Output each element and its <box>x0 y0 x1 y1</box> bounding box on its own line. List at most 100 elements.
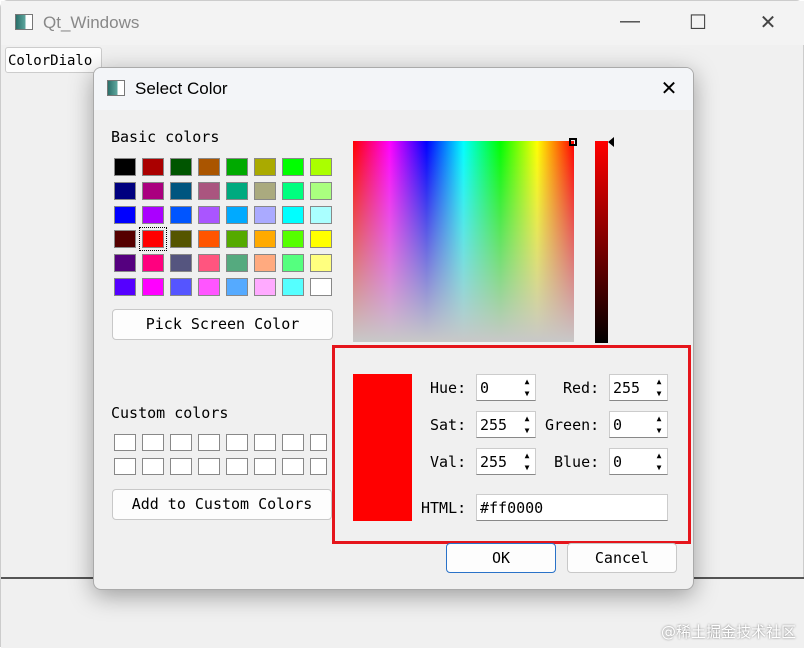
basic-color-swatch[interactable] <box>170 206 192 224</box>
ok-button[interactable]: OK <box>446 543 556 573</box>
color-dialog-button[interactable]: ColorDialo <box>5 47 102 73</box>
basic-color-swatch[interactable] <box>254 254 276 272</box>
spectrum-cursor[interactable] <box>569 138 577 146</box>
minimize-button[interactable]: — <box>615 10 645 33</box>
select-color-dialog: Select Color ✕ Basic colors Pick Screen … <box>93 67 694 590</box>
basic-color-swatch[interactable] <box>198 230 220 248</box>
basic-color-swatch[interactable] <box>139 227 167 251</box>
spin-arrows-icon[interactable]: ▲ ▼ <box>520 376 534 400</box>
spin-arrows-icon[interactable]: ▲ ▼ <box>520 450 534 474</box>
custom-color-swatch[interactable] <box>282 434 304 451</box>
custom-color-swatch[interactable] <box>198 434 220 451</box>
maximize-button[interactable]: ☐ <box>683 10 713 35</box>
spin-arrows-icon[interactable]: ▲ ▼ <box>652 376 666 400</box>
basic-color-swatch[interactable] <box>142 182 164 200</box>
sat-spinbox[interactable]: 255 ▲ ▼ <box>476 411 536 438</box>
hue-spinbox[interactable]: 0 ▲ ▼ <box>476 374 536 401</box>
custom-color-swatch[interactable] <box>282 458 304 475</box>
basic-color-swatch[interactable] <box>114 158 136 176</box>
basic-color-swatch[interactable] <box>114 206 136 224</box>
add-custom-colors-button[interactable]: Add to Custom Colors <box>112 489 332 520</box>
custom-color-swatch[interactable] <box>198 458 220 475</box>
custom-color-swatch[interactable] <box>254 458 276 475</box>
color-spectrum[interactable] <box>353 138 577 342</box>
green-spinbox[interactable]: 0 ▲ ▼ <box>609 411 668 438</box>
basic-color-swatch[interactable] <box>170 230 192 248</box>
basic-colors-label: Basic colors <box>111 128 220 146</box>
custom-color-swatch[interactable] <box>310 434 327 451</box>
custom-color-swatch[interactable] <box>170 458 192 475</box>
basic-color-swatch[interactable] <box>226 278 248 296</box>
basic-color-swatch[interactable] <box>170 182 192 200</box>
basic-color-swatch[interactable] <box>198 206 220 224</box>
basic-color-swatch[interactable] <box>142 278 164 296</box>
basic-color-swatch[interactable] <box>310 206 332 224</box>
basic-color-swatch[interactable] <box>114 254 136 272</box>
basic-color-swatch[interactable] <box>198 158 220 176</box>
basic-color-swatch[interactable] <box>170 158 192 176</box>
basic-color-swatch[interactable] <box>170 278 192 296</box>
basic-color-swatch[interactable] <box>142 158 164 176</box>
custom-color-swatch[interactable] <box>254 434 276 451</box>
basic-color-swatch[interactable] <box>114 230 136 248</box>
dialog-icon <box>107 80 125 96</box>
basic-color-swatch[interactable] <box>226 230 248 248</box>
basic-color-swatch[interactable] <box>254 206 276 224</box>
custom-color-swatch[interactable] <box>226 434 248 451</box>
val-value: 255 <box>480 453 508 471</box>
red-value: 255 <box>613 379 641 397</box>
basic-color-swatch[interactable] <box>142 206 164 224</box>
basic-color-swatch[interactable] <box>114 278 136 296</box>
luminance-pointer-icon[interactable] <box>608 137 614 147</box>
custom-color-swatch[interactable] <box>226 458 248 475</box>
custom-color-swatch[interactable] <box>170 434 192 451</box>
basic-color-swatch[interactable] <box>226 254 248 272</box>
custom-colors-label: Custom colors <box>111 404 229 422</box>
custom-color-swatch[interactable] <box>310 458 327 475</box>
basic-color-swatch[interactable] <box>170 254 192 272</box>
basic-color-swatch[interactable] <box>198 182 220 200</box>
basic-color-swatch[interactable] <box>282 254 304 272</box>
cancel-button[interactable]: Cancel <box>567 543 677 573</box>
basic-color-swatch[interactable] <box>254 182 276 200</box>
html-input[interactable]: #ff0000 <box>476 494 668 521</box>
basic-color-swatch[interactable] <box>310 278 332 296</box>
dialog-title: Select Color <box>135 79 228 98</box>
basic-color-swatch[interactable] <box>282 182 304 200</box>
custom-color-swatch[interactable] <box>114 458 136 475</box>
close-button[interactable]: ✕ <box>753 10 783 35</box>
green-value: 0 <box>613 416 623 434</box>
basic-color-swatch[interactable] <box>198 254 220 272</box>
basic-color-swatch[interactable] <box>226 182 248 200</box>
basic-color-swatch[interactable] <box>254 278 276 296</box>
luminance-slider[interactable] <box>595 141 608 343</box>
pick-screen-color-button[interactable]: Pick Screen Color <box>112 309 333 340</box>
basic-color-swatch[interactable] <box>254 158 276 176</box>
basic-color-swatch[interactable] <box>282 230 304 248</box>
hue-value: 0 <box>480 379 490 397</box>
basic-color-swatch[interactable] <box>282 158 304 176</box>
basic-color-swatch[interactable] <box>282 278 304 296</box>
blue-spinbox[interactable]: 0 ▲ ▼ <box>609 448 668 475</box>
custom-color-swatch[interactable] <box>114 434 136 451</box>
basic-color-swatch[interactable] <box>114 182 136 200</box>
red-spinbox[interactable]: 255 ▲ ▼ <box>609 374 668 401</box>
spin-arrows-icon[interactable]: ▲ ▼ <box>652 413 666 437</box>
basic-color-swatch[interactable] <box>198 278 220 296</box>
basic-color-swatch[interactable] <box>310 254 332 272</box>
dialog-close-button[interactable]: ✕ <box>654 76 684 101</box>
basic-color-swatch[interactable] <box>142 254 164 272</box>
basic-color-swatch[interactable] <box>254 230 276 248</box>
custom-color-swatch[interactable] <box>142 434 164 451</box>
basic-color-swatch[interactable] <box>310 158 332 176</box>
html-label: HTML: <box>421 499 467 517</box>
basic-color-swatch[interactable] <box>310 182 332 200</box>
basic-color-swatch[interactable] <box>282 206 304 224</box>
basic-color-swatch[interactable] <box>226 158 248 176</box>
custom-color-swatch[interactable] <box>142 458 164 475</box>
basic-color-swatch[interactable] <box>226 206 248 224</box>
val-spinbox[interactable]: 255 ▲ ▼ <box>476 448 536 475</box>
spin-arrows-icon[interactable]: ▲ ▼ <box>520 413 534 437</box>
basic-color-swatch[interactable] <box>310 230 332 248</box>
spin-arrows-icon[interactable]: ▲ ▼ <box>652 450 666 474</box>
